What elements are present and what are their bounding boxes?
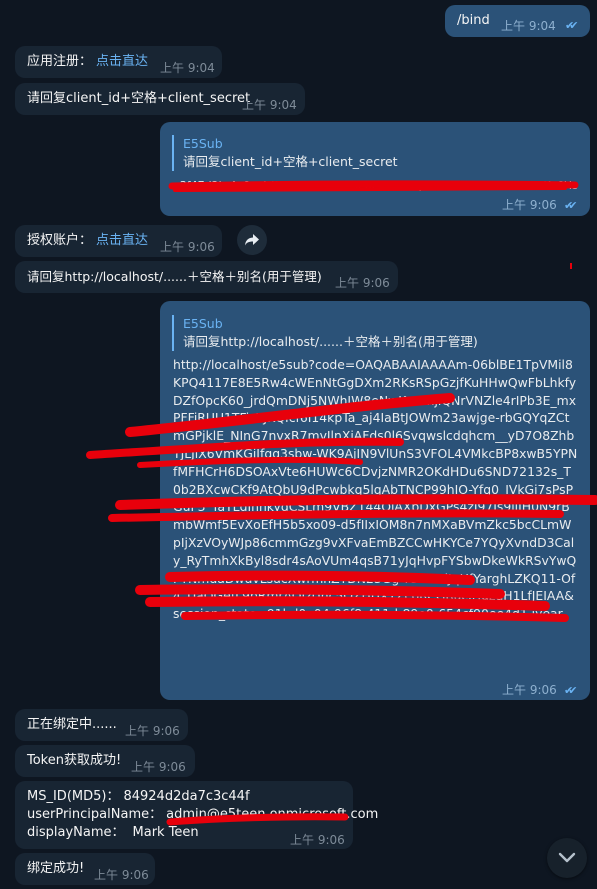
bind-success-message: 绑定成功! 上午 9:06 [15,853,155,885]
message-text: 绑定成功! [27,861,85,876]
ms-id-value: 84924d2da7c3c44f [123,789,250,804]
ms-id-label: MS_ID(MD5)： [27,789,120,804]
quote-author: E5Sub [183,136,223,151]
reply-localhost-message: 请回复http://localhost/......＋空格＋别名(用于管理) 上… [15,261,398,293]
quote-text: 请回复http://localhost/......＋空格＋别名(用于管理) [183,334,478,349]
message-time: 上午 9:06 [502,198,557,212]
message-time: 上午 9:06 [131,760,186,774]
app-register-link[interactable]: 点击直达 [96,53,148,71]
message-label: 授权账户： [27,233,93,248]
upn-label: userPrincipalName： [27,807,163,822]
upn-row: userPrincipalName： admin@e5teen.onmicroso… [27,806,378,824]
quoted-message[interactable]: E5Sub 请回复http://localhost/......＋空格＋别名(用… [172,315,583,351]
message-time: 上午 9:04 [501,19,556,33]
client-secret-reply-message[interactable]: E5Sub 请回复client_id+空格+client_secret a3f4… [160,122,590,216]
message-label: 应用注册： [27,54,93,69]
display-name-label: displayName： [27,825,125,840]
message-time: 上午 9:06 [290,833,345,847]
message-text: 请回复client_id+空格+client_secret [27,91,251,106]
message-time: 上午 9:06 [125,724,180,738]
binding-message: 正在绑定中...... 上午 9:06 [15,709,188,741]
message-time: 上午 9:04 [242,98,297,112]
auth-code-reply-message[interactable]: E5Sub 请回复http://localhost/......＋空格＋别名(用… [160,301,590,700]
quote-author: E5Sub [183,316,223,331]
app-register-message: 应用注册： 点击直达 上午 9:04 [15,46,222,78]
forward-button[interactable] [237,225,267,255]
forward-arrow-icon [245,234,259,246]
read-check-icon: ✔✔ [565,19,579,32]
auth-account-link[interactable]: 点击直达 [96,232,148,250]
auth-account-message: 授权账户： 点击直达 上午 9:06 [15,225,222,257]
quoted-message[interactable]: E5Sub 请回复client_id+空格+client_secret [172,135,583,171]
read-check-icon: ✔✔ [564,684,578,697]
message-time: 上午 9:06 [335,276,390,290]
message-time: 上午 9:06 [94,868,149,882]
message-time: 上午 9:04 [160,61,215,75]
message-text: Token获取成功! [27,753,122,768]
message-text: 请回复http://localhost/......＋空格＋别名(用于管理) [27,269,322,284]
message-text: 正在绑定中...... [27,717,117,732]
account-info-message: MS_ID(MD5)： 84924d2da7c3c44f userPrincipa… [15,781,378,849]
client-secret-text: a3f47d2b-4e8c-4d17-9b61-2c5a8e0f93d1 Xq8… [173,179,578,192]
message-text: /bind [457,13,490,28]
scroll-down-button[interactable] [547,838,587,878]
quote-text: 请回复client_id+空格+client_secret [183,154,398,169]
display-name-value: Mark Teen [132,825,199,840]
display-name-row: displayName： Mark Teen [27,824,199,842]
message-time: 上午 9:06 [160,240,215,254]
message-time: 上午 9:06 [502,683,557,697]
read-check-icon: ✔✔ [564,199,578,212]
reply-client-message: 请回复client_id+空格+client_secret 上午 9:04 [15,83,305,115]
token-success-message: Token获取成功! 上午 9:06 [15,745,195,777]
chevron-down-icon [558,852,576,863]
unread-marker [570,263,572,269]
auth-code-text: http://localhost/e5sub?code=OAQABAAIAAAA… [173,357,578,622]
upn-value: admin@e5teen.onmicrosoft.com [166,807,379,822]
ms-id-row: MS_ID(MD5)： 84924d2da7c3c44f [27,788,250,806]
bind-command-message[interactable]: /bind 上午 9:04 ✔✔ [445,5,590,37]
